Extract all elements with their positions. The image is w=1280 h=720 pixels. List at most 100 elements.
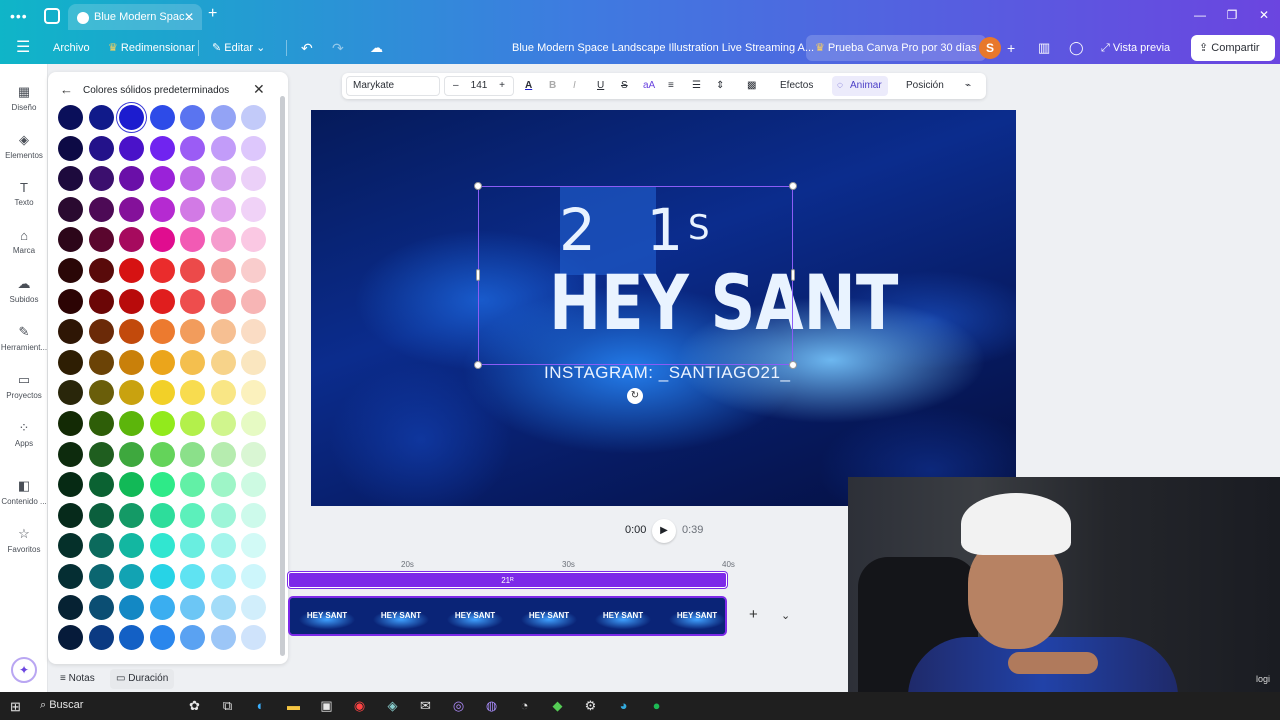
color-swatch[interactable] xyxy=(119,411,144,436)
sidebar-item-contenido[interactable]: ◧ Contenido ... xyxy=(0,478,48,506)
rotate-icon[interactable]: ↻ xyxy=(627,388,643,404)
color-swatch[interactable] xyxy=(241,135,266,161)
color-swatch[interactable] xyxy=(210,196,236,222)
chrome-icon[interactable]: ◉ xyxy=(343,696,376,716)
color-swatch[interactable] xyxy=(119,502,144,528)
list-icon[interactable]: ☰ xyxy=(692,78,701,94)
redo-icon[interactable]: ↷ xyxy=(332,32,344,64)
color-swatch[interactable] xyxy=(241,380,266,406)
color-swatch[interactable] xyxy=(241,105,266,130)
color-swatch[interactable] xyxy=(58,135,83,161)
chevron-down-icon[interactable]: ⌄ xyxy=(781,609,790,622)
font-size-stepper[interactable]: – 141 + xyxy=(444,76,514,96)
color-swatch[interactable] xyxy=(119,135,144,161)
animate-button[interactable]: ◌ Animar xyxy=(832,76,888,96)
align-center-icon[interactable]: ≡ xyxy=(668,78,674,94)
color-swatch[interactable] xyxy=(88,533,114,559)
add-collaborator-icon[interactable]: + xyxy=(1007,32,1015,64)
color-swatch[interactable] xyxy=(180,502,205,528)
color-swatch[interactable] xyxy=(58,502,83,528)
sidebar-item-texto[interactable]: T Texto xyxy=(0,180,48,207)
color-swatch[interactable] xyxy=(180,625,205,651)
resize-handle[interactable] xyxy=(791,269,795,281)
video-track[interactable]: HEY SANT HEY SANT HEY SANT HEY SANT HEY … xyxy=(288,596,727,636)
color-swatch[interactable] xyxy=(58,349,83,375)
workspaces-icon[interactable] xyxy=(44,8,60,24)
color-swatch[interactable] xyxy=(241,196,266,222)
color-swatch[interactable] xyxy=(241,441,266,467)
color-swatch[interactable] xyxy=(149,166,175,192)
color-swatch[interactable] xyxy=(58,105,83,130)
color-swatch[interactable] xyxy=(241,319,266,345)
color-swatch[interactable] xyxy=(241,227,266,253)
color-swatch[interactable] xyxy=(58,196,83,222)
color-swatch[interactable] xyxy=(241,564,266,589)
color-swatch[interactable] xyxy=(149,564,175,589)
steam-icon[interactable]: ◈ xyxy=(376,696,409,716)
avatar[interactable]: S xyxy=(979,37,1001,59)
color-swatch[interactable] xyxy=(149,472,175,498)
strikethrough-icon[interactable]: S xyxy=(621,78,628,94)
color-swatch[interactable] xyxy=(88,411,114,436)
color-swatch[interactable] xyxy=(58,625,83,651)
color-swatch[interactable] xyxy=(180,533,205,559)
color-swatch[interactable] xyxy=(149,380,175,406)
hamburger-menu-icon[interactable]: ☰ xyxy=(16,32,30,64)
color-swatch[interactable] xyxy=(241,472,266,498)
settings-icon[interactable]: ⚙ xyxy=(574,696,607,716)
sidebar-item-diseno[interactable]: ▦ Diseño xyxy=(0,84,48,112)
color-swatch[interactable] xyxy=(149,502,175,528)
maximize-button[interactable]: ❐ xyxy=(1216,0,1248,32)
increase-size-button[interactable]: + xyxy=(499,77,505,95)
audio-track[interactable]: 21ᴿ xyxy=(288,572,727,588)
color-swatch[interactable] xyxy=(210,288,236,314)
case-icon[interactable]: aA xyxy=(643,78,655,94)
canvas-instagram-text[interactable]: INSTAGRAM: _SANTIAGO21_ xyxy=(544,363,790,383)
selection-box[interactable] xyxy=(478,186,793,365)
color-swatch[interactable] xyxy=(180,166,205,192)
color-swatch[interactable] xyxy=(210,411,236,436)
color-swatch[interactable] xyxy=(210,564,236,589)
resize-handle[interactable] xyxy=(474,361,482,369)
color-swatch[interactable] xyxy=(210,105,236,130)
color-swatch[interactable] xyxy=(180,227,205,253)
color-swatch[interactable] xyxy=(58,533,83,559)
color-swatch[interactable] xyxy=(241,533,266,559)
close-tab-icon[interactable]: ✕ xyxy=(184,10,194,24)
color-swatch[interactable] xyxy=(88,380,114,406)
color-swatch[interactable] xyxy=(180,594,205,620)
design-canvas[interactable]: 2 1 S HEY SANT INSTAGRAM: _SANTIAGO21_ ↻ xyxy=(311,110,1016,506)
preview-button[interactable]: ⤢ Vista previa xyxy=(1093,35,1178,61)
effects-button[interactable]: Efectos xyxy=(780,78,813,94)
file-menu[interactable]: Archivo xyxy=(53,32,90,64)
color-swatch[interactable] xyxy=(88,135,114,161)
color-swatch[interactable] xyxy=(119,594,144,620)
color-swatch[interactable] xyxy=(88,258,114,283)
underline-icon[interactable]: U xyxy=(597,78,604,94)
notes-button[interactable]: ≡ Notas xyxy=(54,669,101,689)
color-swatch[interactable] xyxy=(88,594,114,620)
decrease-size-button[interactable]: – xyxy=(453,77,459,95)
color-swatch[interactable] xyxy=(58,166,83,192)
sidebar-item-proyectos[interactable]: ▭ Proyectos xyxy=(0,372,48,400)
color-swatch[interactable] xyxy=(180,411,205,436)
color-swatch[interactable] xyxy=(210,135,236,161)
color-swatch[interactable] xyxy=(119,105,144,130)
color-swatch[interactable] xyxy=(119,319,144,345)
color-swatch[interactable] xyxy=(58,258,83,283)
color-swatch[interactable] xyxy=(58,564,83,589)
browser-tab-active[interactable]: Blue Modern Spac... ✕ xyxy=(68,4,202,30)
color-swatch[interactable] xyxy=(210,258,236,283)
color-swatch[interactable] xyxy=(241,411,266,436)
color-swatch[interactable] xyxy=(88,227,114,253)
color-swatch[interactable] xyxy=(241,502,266,528)
sidebar-item-favoritos[interactable]: ☆ Favoritos xyxy=(0,526,48,554)
color-swatch[interactable] xyxy=(149,533,175,559)
color-swatch[interactable] xyxy=(210,380,236,406)
github-icon[interactable]: ◔ xyxy=(508,696,541,716)
color-swatch[interactable] xyxy=(210,227,236,253)
resize-button[interactable]: ♛ Redimensionar xyxy=(108,32,195,64)
discord-icon[interactable]: ◍ xyxy=(475,696,508,716)
transparency-icon[interactable]: ▩ xyxy=(747,78,756,94)
duration-button[interactable]: ▭ Duración xyxy=(110,669,175,689)
